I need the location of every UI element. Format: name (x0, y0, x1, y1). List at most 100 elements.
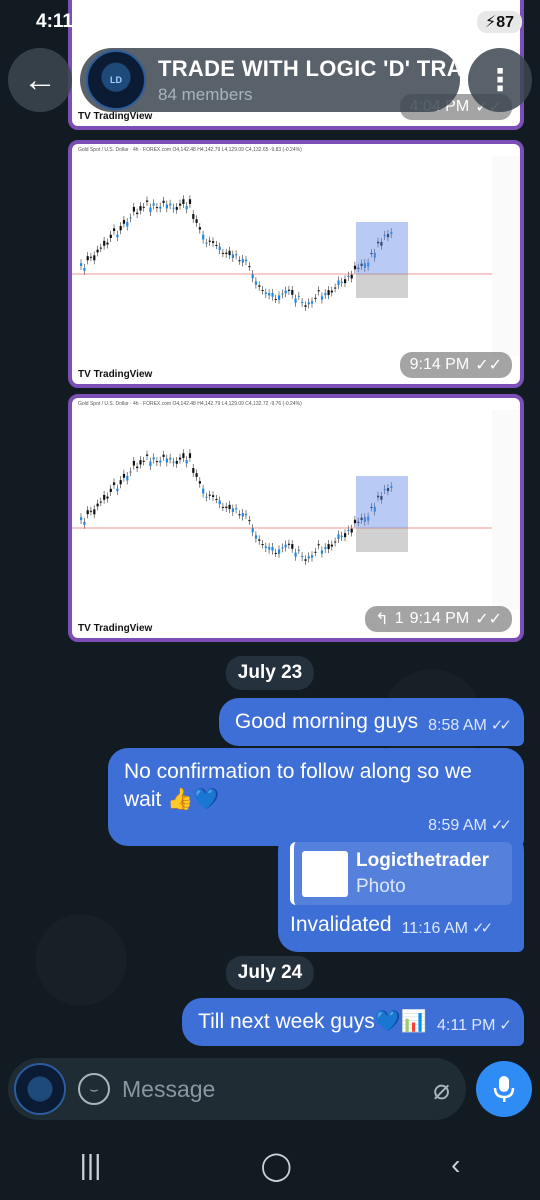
candle (89, 256, 93, 258)
candle (106, 496, 109, 499)
status-icons: ● ◠ ▮ ⚡87 (416, 11, 522, 33)
candle (353, 519, 357, 524)
more-menu-button[interactable]: ⋮ (468, 48, 532, 112)
outgoing-message[interactable]: Good morning guys 8:58 AM ✓✓ (218, 698, 524, 747)
candle (122, 219, 126, 224)
candle (159, 460, 162, 463)
group-avatar[interactable]: LD (86, 50, 146, 110)
chat-title: TRADE WITH LOGIC 'D' TRA 84 members (158, 56, 460, 105)
candle (212, 241, 215, 243)
price-axis (492, 410, 520, 610)
candle (202, 234, 205, 240)
candle (162, 200, 165, 203)
candle (294, 552, 297, 557)
candle (231, 508, 234, 512)
candle (132, 206, 135, 212)
candle (146, 200, 149, 202)
candle (261, 543, 264, 545)
attach-icon[interactable]: ⌀ (433, 1073, 450, 1106)
candle (89, 510, 93, 512)
candle (347, 275, 350, 278)
recent-apps-button[interactable]: ||| (80, 1149, 102, 1181)
arrow-left-icon: ← (23, 60, 57, 99)
candle (113, 482, 116, 485)
candle (231, 254, 234, 258)
wifi-icon: ◠ (435, 14, 449, 31)
candle (311, 301, 314, 304)
candle (347, 529, 350, 532)
chart-image-message[interactable]: Gold Spot / U.S. Dollar · 4h · FOREX.com… (68, 140, 524, 388)
candle (109, 234, 112, 238)
message-input[interactable]: Message (122, 1076, 421, 1103)
message-input-bar[interactable]: ⌣ Message ⌀ (8, 1058, 466, 1120)
outgoing-message[interactable]: Logicthetrader Photo Invalidated 11:16 A… (278, 830, 524, 952)
candle (93, 255, 96, 261)
candle (245, 513, 248, 516)
candle (172, 207, 175, 209)
reply-type: Photo (356, 875, 406, 897)
candle (205, 496, 208, 498)
candle (334, 541, 337, 543)
candle (238, 260, 241, 262)
microphone-button[interactable] (476, 1061, 532, 1117)
candle (241, 258, 244, 263)
chat-title-bar[interactable]: LD TRADE WITH LOGIC 'D' TRA 84 members (80, 48, 460, 112)
candle (218, 246, 221, 251)
candle (278, 295, 281, 300)
candle (264, 292, 267, 295)
price-axis (492, 156, 520, 356)
message-time: 11:16 AM ✓✓ (401, 920, 494, 938)
back-nav-button[interactable]: ‹ (451, 1149, 460, 1181)
back-button[interactable]: ← (8, 48, 72, 112)
candle (327, 290, 330, 296)
candle (238, 514, 241, 516)
candle (251, 528, 254, 533)
candle (324, 547, 327, 549)
emoji-icon[interactable]: ⌣ (78, 1073, 110, 1105)
candle (116, 488, 119, 492)
candle (258, 285, 261, 287)
candle (307, 556, 310, 559)
candle (185, 460, 188, 464)
system-navigation-bar: ||| ◯ ‹ (0, 1130, 540, 1200)
candle (99, 501, 102, 503)
candle (129, 471, 132, 473)
candle (165, 458, 168, 463)
candle (119, 226, 122, 231)
group-name: TRADE WITH LOGIC 'D' TRA (158, 55, 460, 81)
message-time: 4:11 PM ✓ (437, 1016, 512, 1034)
message-composer: ⌣ Message ⌀ (8, 1058, 532, 1120)
candle (212, 495, 215, 497)
chart-image-message[interactable]: Gold Spot / U.S. Dollar · 4h · FOREX.com… (68, 394, 524, 642)
candle (340, 535, 343, 537)
candle (179, 203, 182, 206)
stop-zone (356, 528, 408, 552)
candle (340, 281, 343, 283)
quoted-reply[interactable]: Logicthetrader Photo (290, 842, 512, 906)
message-text: No confirmation to follow along so we wa… (124, 760, 472, 812)
candle (225, 506, 228, 508)
send-as-avatar[interactable] (14, 1063, 66, 1115)
candle (132, 460, 135, 466)
candle (208, 494, 211, 496)
candle (344, 533, 347, 538)
more-vertical-icon: ⋮ (485, 63, 515, 97)
candle (83, 267, 86, 271)
home-button[interactable]: ◯ (261, 1149, 292, 1182)
candle (314, 551, 317, 553)
message-time: 8:58 AM ✓✓ (428, 716, 512, 734)
candle (254, 535, 258, 539)
candle (248, 520, 251, 522)
candle (248, 266, 251, 268)
candle (122, 473, 126, 478)
candle (301, 555, 304, 557)
candle (86, 510, 89, 515)
outgoing-message[interactable]: Till next week guys💙📊 4:11 PM ✓ (182, 998, 524, 1047)
candle (152, 203, 155, 206)
candle (324, 293, 327, 295)
candle (225, 252, 228, 254)
candle (136, 466, 139, 469)
candle (169, 203, 172, 206)
candle (96, 503, 99, 507)
candle (344, 279, 347, 284)
